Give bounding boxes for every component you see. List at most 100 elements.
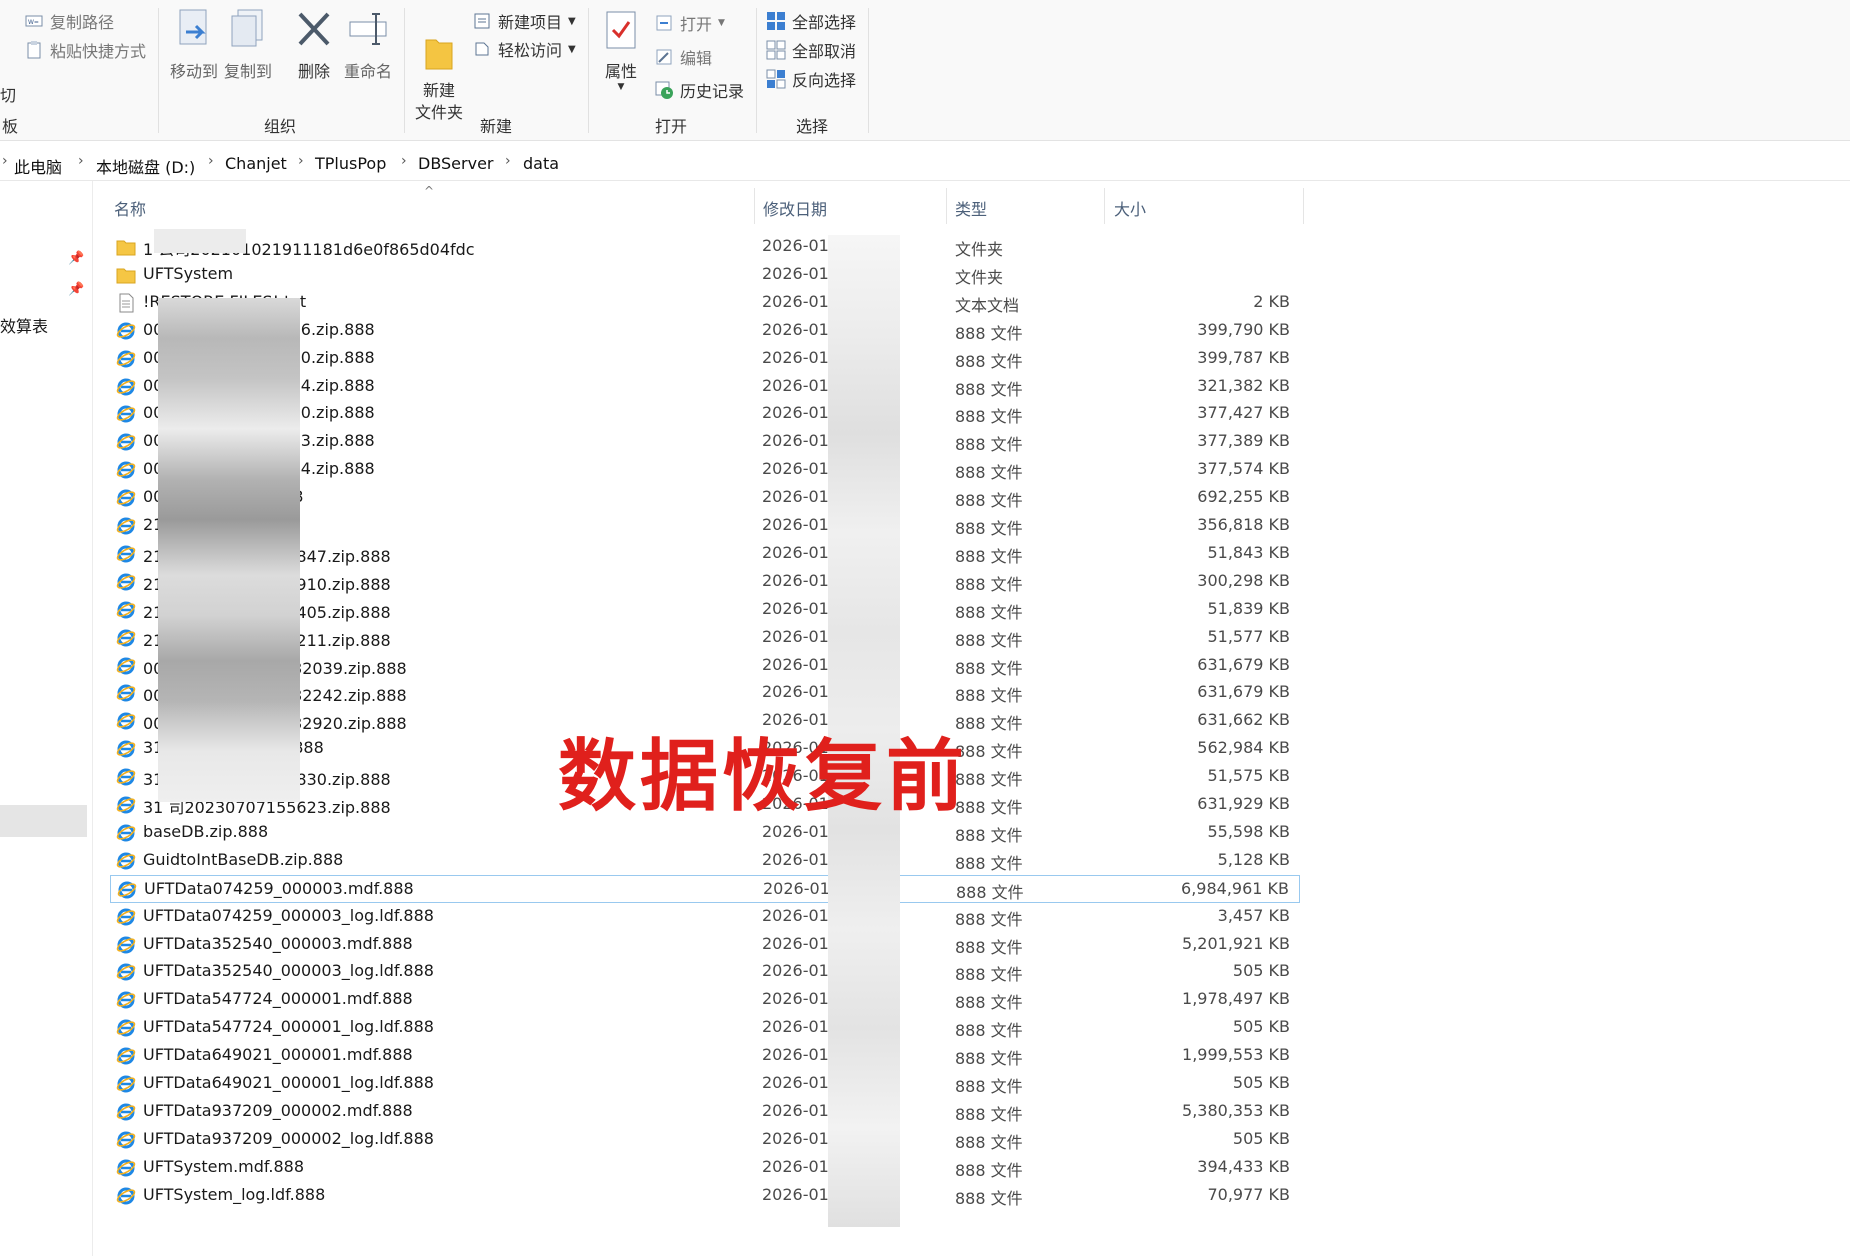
file-row[interactable]: UFTData352540_000003.mdf.888 2026-01 888 文… bbox=[110, 931, 1300, 959]
file-row[interactable]: UFTData352540_000003_log.ldf.888 2026-01 8… bbox=[110, 958, 1300, 986]
select-all-button[interactable]: 全部选择 bbox=[766, 9, 856, 33]
file-row[interactable]: 1 公司202101021911181d6e0f865d04fdc 2026-01… bbox=[110, 233, 1300, 261]
file-row[interactable]: UFTData074259_000003_log.ldf.888 2026-01 8… bbox=[110, 903, 1300, 931]
internet-explorer-file-icon bbox=[116, 573, 136, 591]
file-row[interactable]: UFTData937209_000002.mdf.888 2026-01 888 文… bbox=[110, 1098, 1300, 1126]
file-date: 2026-01 bbox=[763, 878, 830, 898]
breadcrumb-this-pc[interactable]: 此电脑 bbox=[14, 154, 62, 178]
nav-scroll-highlight[interactable] bbox=[0, 805, 87, 837]
new-item-button[interactable]: 新建项目 ▼ bbox=[472, 9, 576, 33]
breadcrumb-data[interactable]: data bbox=[523, 154, 559, 173]
copy-to-button[interactable]: 复制到 bbox=[220, 8, 276, 82]
breadcrumb-chevron-icon: › bbox=[78, 153, 84, 169]
file-size: 5,128 KB bbox=[1217, 849, 1290, 869]
file-date: 2026-01 bbox=[762, 933, 829, 953]
pin-icon[interactable]: 📌 bbox=[68, 251, 84, 266]
file-size: 399,787 KB bbox=[1197, 347, 1290, 367]
move-to-button[interactable]: 移动到 bbox=[166, 8, 222, 82]
file-name: UFTData937209_000002_log.ldf.888 bbox=[143, 1128, 434, 1148]
cut-button[interactable]: 切 bbox=[0, 82, 16, 106]
column-header-date[interactable]: 修改日期 bbox=[763, 196, 827, 220]
file-size: 55,598 KB bbox=[1207, 821, 1290, 841]
new-item-icon bbox=[474, 13, 490, 29]
file-row[interactable]: UFTSystem_log.ldf.888 2026-01 888 文件 70,977… bbox=[110, 1182, 1300, 1210]
column-divider[interactable] bbox=[1303, 188, 1304, 224]
column-divider[interactable] bbox=[946, 188, 947, 224]
file-date: 2026-01 bbox=[762, 961, 829, 981]
file-type: 888 文件 bbox=[955, 1049, 1023, 1069]
breadcrumb-tpluspop[interactable]: TPlusPop bbox=[315, 154, 386, 173]
file-type: 888 文件 bbox=[955, 853, 1023, 873]
breadcrumb-drive-d[interactable]: 本地磁盘 (D:) bbox=[96, 154, 195, 178]
file-date: 2026-01 bbox=[762, 487, 829, 507]
file-size: 631,929 KB bbox=[1197, 794, 1290, 813]
file-row[interactable]: UFTSystem 2026-01 文件夹 bbox=[110, 261, 1300, 289]
column-header-name[interactable]: 名称 bbox=[114, 196, 146, 220]
file-date: 2026-01 bbox=[762, 989, 829, 1009]
column-divider[interactable] bbox=[1104, 188, 1105, 224]
clipboard-group-label: 板 bbox=[1, 117, 18, 136]
column-header-type[interactable]: 类型 bbox=[955, 196, 987, 220]
file-row[interactable]: GuidtoIntBaseDB.zip.888 2026-01 888 文件 5,12… bbox=[110, 847, 1300, 875]
file-type: 888 文件 bbox=[955, 519, 1023, 538]
file-size: 1,999,553 KB bbox=[1182, 1045, 1290, 1065]
file-name: UFTData649021_000001.mdf.888 bbox=[143, 1045, 413, 1065]
folder-icon bbox=[116, 240, 136, 256]
file-row[interactable]: UFTData649021_000001.mdf.888 2026-01 888 文… bbox=[110, 1042, 1300, 1070]
overlay-annotation: 数据恢复前 bbox=[558, 731, 969, 822]
internet-explorer-file-icon bbox=[116, 1047, 136, 1065]
open-button[interactable]: 打开 ▼ bbox=[654, 11, 725, 35]
file-row[interactable]: UFTData547724_000001_log.ldf.888 2026-01 8… bbox=[110, 1014, 1300, 1042]
paste-shortcut-button[interactable]: 粘贴快捷方式 bbox=[24, 38, 146, 62]
internet-explorer-file-icon bbox=[116, 908, 136, 926]
file-size: 321,382 KB bbox=[1197, 375, 1290, 395]
breadcrumb-dbserver[interactable]: DBServer bbox=[418, 154, 493, 173]
file-size: 51,843 KB bbox=[1207, 542, 1290, 562]
file-type: 888 文件 bbox=[955, 993, 1023, 1013]
file-row[interactable]: UFTData937209_000002_log.ldf.888 2026-01 8… bbox=[110, 1126, 1300, 1154]
file-name: UFTSystem_log.ldf.888 bbox=[143, 1184, 326, 1204]
column-divider[interactable] bbox=[754, 188, 755, 224]
internet-explorer-file-icon bbox=[116, 1103, 136, 1121]
copy-path-button[interactable]: W= 复制路径 bbox=[24, 9, 114, 33]
edit-button[interactable]: 编辑 bbox=[654, 45, 712, 69]
internet-explorer-file-icon bbox=[116, 601, 136, 619]
breadcrumb-chanjet[interactable]: Chanjet bbox=[225, 154, 287, 173]
organize-group-label: 组织 bbox=[263, 117, 296, 136]
text-file-icon bbox=[119, 293, 134, 313]
breadcrumb-chevron-icon: › bbox=[2, 153, 8, 169]
file-row[interactable]: UFTData547724_000001.mdf.888 2026-01 888 文… bbox=[110, 986, 1300, 1014]
internet-explorer-file-icon bbox=[116, 991, 136, 1009]
internet-explorer-file-icon bbox=[116, 768, 136, 786]
internet-explorer-file-icon bbox=[116, 852, 136, 870]
address-bar[interactable]: › 此电脑 › 本地磁盘 (D:) › Chanjet › TPlusPop ›… bbox=[0, 146, 1850, 181]
ribbon: W= 复制路径 粘贴快捷方式 切 板 移动到 复制到 删除 重命名 组织 新建 … bbox=[0, 0, 1850, 141]
easy-access-button[interactable]: 轻松访问 ▼ bbox=[472, 37, 576, 61]
file-size: 562,984 KB bbox=[1197, 738, 1290, 758]
invert-selection-button[interactable]: 反向选择 bbox=[766, 67, 856, 91]
delete-button[interactable]: 删除 bbox=[290, 8, 338, 82]
history-button[interactable]: 历史记录 bbox=[654, 78, 744, 102]
file-type: 888 文件 bbox=[956, 882, 1024, 902]
file-date: 2026-01 bbox=[762, 626, 829, 646]
file-row[interactable]: UFTData074259_000003.mdf.888 2026-01 888 文… bbox=[110, 874, 1300, 903]
file-size: 631,679 KB bbox=[1197, 682, 1290, 702]
dropdown-arrow-icon: ▼ bbox=[718, 18, 725, 28]
file-size: 6,984,961 KB bbox=[1181, 878, 1289, 898]
file-date: 2026-01 bbox=[762, 682, 829, 702]
pin-icon[interactable]: 📌 bbox=[68, 282, 84, 297]
rename-button[interactable]: 重命名 bbox=[340, 8, 396, 82]
internet-explorer-file-icon bbox=[116, 1075, 136, 1093]
properties-button[interactable]: 属性 ▼ bbox=[596, 8, 646, 92]
nav-item-partial[interactable]: 效算表 bbox=[0, 313, 48, 337]
select-none-button[interactable]: 全部取消 bbox=[766, 38, 856, 62]
file-row[interactable]: UFTSystem.mdf.888 2026-01 888 文件 394,433 KB bbox=[110, 1154, 1300, 1182]
file-date: 2026-01 bbox=[762, 1045, 829, 1065]
file-size: 1,978,497 KB bbox=[1182, 989, 1290, 1009]
file-row[interactable]: UFTData649021_000001_log.ldf.888 2026-01 8… bbox=[110, 1070, 1300, 1098]
internet-explorer-file-icon bbox=[116, 433, 136, 451]
file-date: 2026-01 bbox=[762, 905, 829, 925]
new-folder-icon bbox=[425, 39, 453, 70]
file-date: 2026-01 bbox=[762, 515, 829, 534]
column-header-size[interactable]: 大小 bbox=[1114, 196, 1146, 220]
